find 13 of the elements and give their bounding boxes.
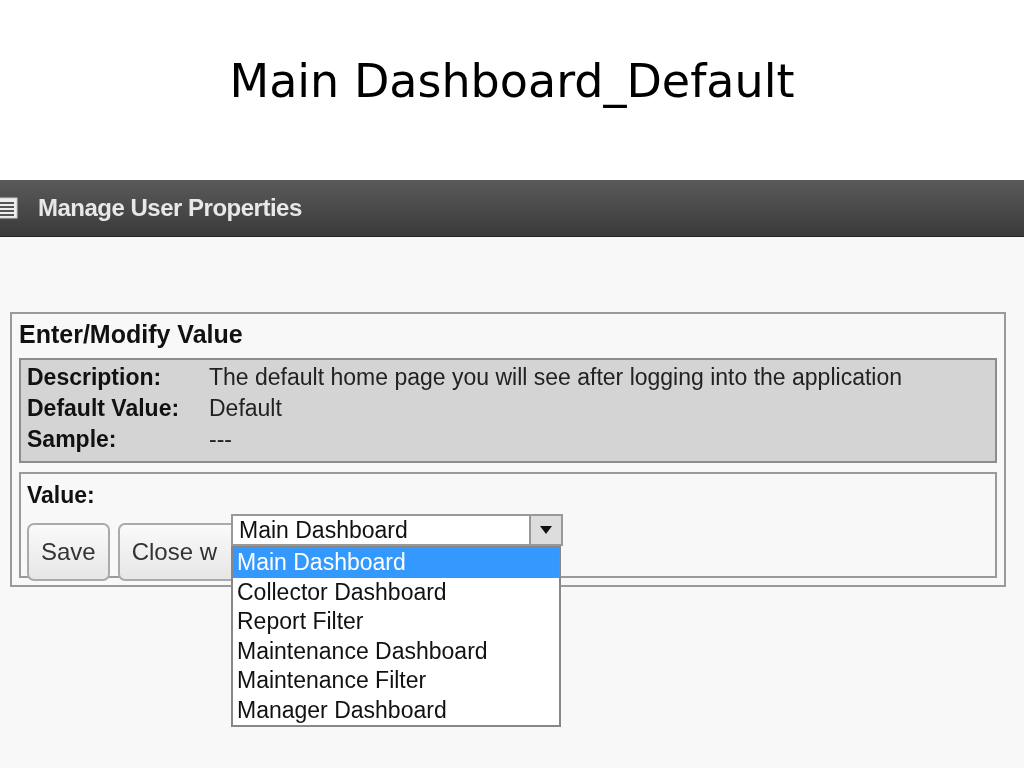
info-label: Sample: bbox=[27, 426, 118, 453]
info-value: Default bbox=[209, 395, 283, 422]
list-icon bbox=[0, 197, 18, 219]
info-label: Default Value: bbox=[27, 395, 181, 422]
info-value: --- bbox=[209, 426, 233, 453]
save-button[interactable]: Save bbox=[27, 523, 110, 581]
header-title: Manage User Properties bbox=[38, 194, 302, 222]
slide-title: Main Dashboard_Default bbox=[229, 53, 795, 110]
info-label: Description: bbox=[27, 364, 163, 391]
value-label: Value: bbox=[27, 482, 95, 509]
panel-heading: Enter/Modify Value bbox=[19, 320, 243, 349]
info-value: The default home page you will see after logging into the application bbox=[209, 364, 903, 391]
dropdown-field[interactable]: Main Dashboard bbox=[231, 514, 563, 546]
